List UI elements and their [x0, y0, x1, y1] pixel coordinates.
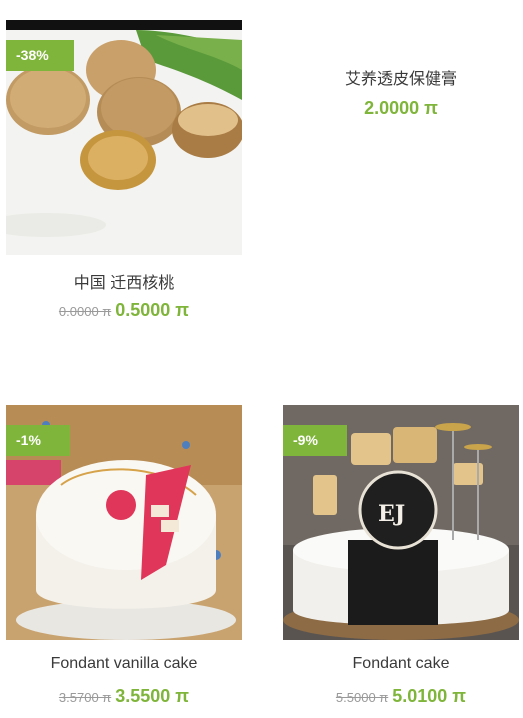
- current-price: 3.5500 π: [115, 686, 190, 706]
- old-price: 0.0000 π: [58, 304, 112, 319]
- product-title[interactable]: 艾养透皮保健膏: [283, 65, 519, 89]
- discount-badge: -1%: [6, 425, 70, 456]
- product-price: 3.5700 π 3.5500 π: [6, 686, 242, 707]
- product-title[interactable]: Fondant cake: [283, 655, 519, 673]
- product-card-ointment[interactable]: 艾养透皮保健膏 2.0000 π: [283, 20, 519, 140]
- product-card-fondant-cake[interactable]: EJ -9% Fondant cake 5.5000 π 5.0100 π: [283, 405, 519, 715]
- product-card-walnut[interactable]: -38% 中国 迁西核桃 0.0000 π 0.5000 π: [6, 20, 242, 330]
- cake-initials: EJ: [378, 501, 405, 527]
- current-price: 2.0000 π: [364, 98, 438, 118]
- product-title[interactable]: 中国 迁西核桃: [6, 269, 242, 293]
- old-price: 3.5700 π: [58, 690, 112, 705]
- product-title[interactable]: Fondant vanilla cake: [6, 655, 242, 673]
- old-price: 5.5000 π: [335, 690, 389, 705]
- product-price: 5.5000 π 5.0100 π: [283, 686, 519, 707]
- discount-badge: -9%: [283, 425, 347, 456]
- product-price: 0.0000 π 0.5000 π: [6, 300, 242, 321]
- product-price: 2.0000 π: [283, 98, 519, 119]
- current-price: 5.0100 π: [392, 686, 467, 706]
- product-card-vanilla-cake[interactable]: -1% Fondant vanilla cake 3.5700 π 3.5500 …: [6, 405, 242, 715]
- discount-badge: -38%: [6, 40, 74, 71]
- current-price: 0.5000 π: [115, 300, 190, 320]
